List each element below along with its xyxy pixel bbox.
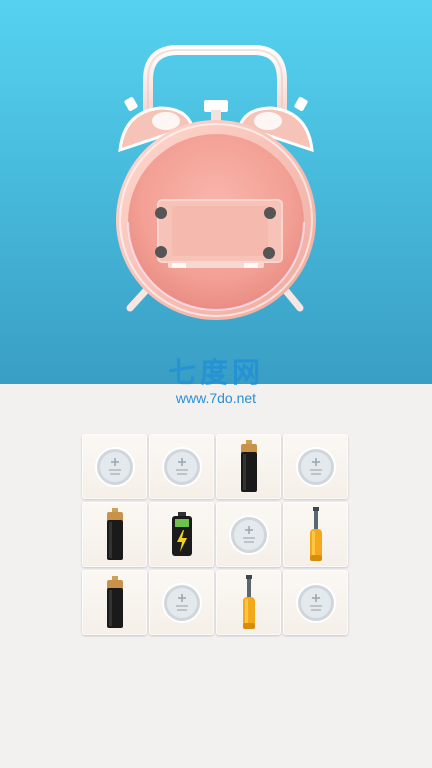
coin-battery-icon [93, 445, 137, 489]
coin-battery-icon [227, 513, 271, 557]
screw-top-right[interactable] [264, 207, 276, 219]
screw-bottom-right[interactable] [263, 247, 275, 259]
charged-battery-icon [171, 511, 193, 558]
watermark: 七度网 www.7do.net [0, 357, 432, 407]
screwdriver-icon [240, 574, 258, 631]
watermark-title: 七度网 [167, 357, 264, 388]
watermark-url: www.7do.net [175, 390, 257, 406]
coin-battery-icon [294, 581, 338, 625]
coin-battery-icon [160, 445, 204, 489]
clock-top-button [204, 100, 228, 122]
inventory-slot[interactable] [283, 434, 348, 499]
alarm-clock[interactable] [0, 0, 432, 384]
inventory-grid [82, 434, 350, 636]
inventory-slot[interactable] [283, 502, 348, 567]
inventory-slot[interactable] [82, 570, 147, 635]
aa-battery-icon [239, 439, 259, 494]
game-scene [0, 0, 432, 384]
inventory-slot[interactable] [283, 570, 348, 635]
aa-battery-icon [105, 507, 125, 562]
inventory-slot[interactable] [82, 434, 147, 499]
screwdriver-icon [307, 506, 325, 563]
inventory-slot[interactable] [216, 502, 281, 567]
coin-battery-icon [160, 581, 204, 625]
coin-battery-icon [294, 445, 338, 489]
inventory-slot[interactable] [149, 434, 214, 499]
inventory-slot[interactable] [149, 570, 214, 635]
screw-bottom-left[interactable] [155, 246, 167, 258]
inventory-slot[interactable] [216, 570, 281, 635]
aa-battery-icon [105, 575, 125, 630]
screw-top-left[interactable] [155, 207, 167, 219]
inventory-slot[interactable] [82, 502, 147, 567]
inventory-slot[interactable] [216, 434, 281, 499]
inventory-slot[interactable] [149, 502, 214, 567]
battery-cover-plate[interactable] [157, 199, 283, 268]
